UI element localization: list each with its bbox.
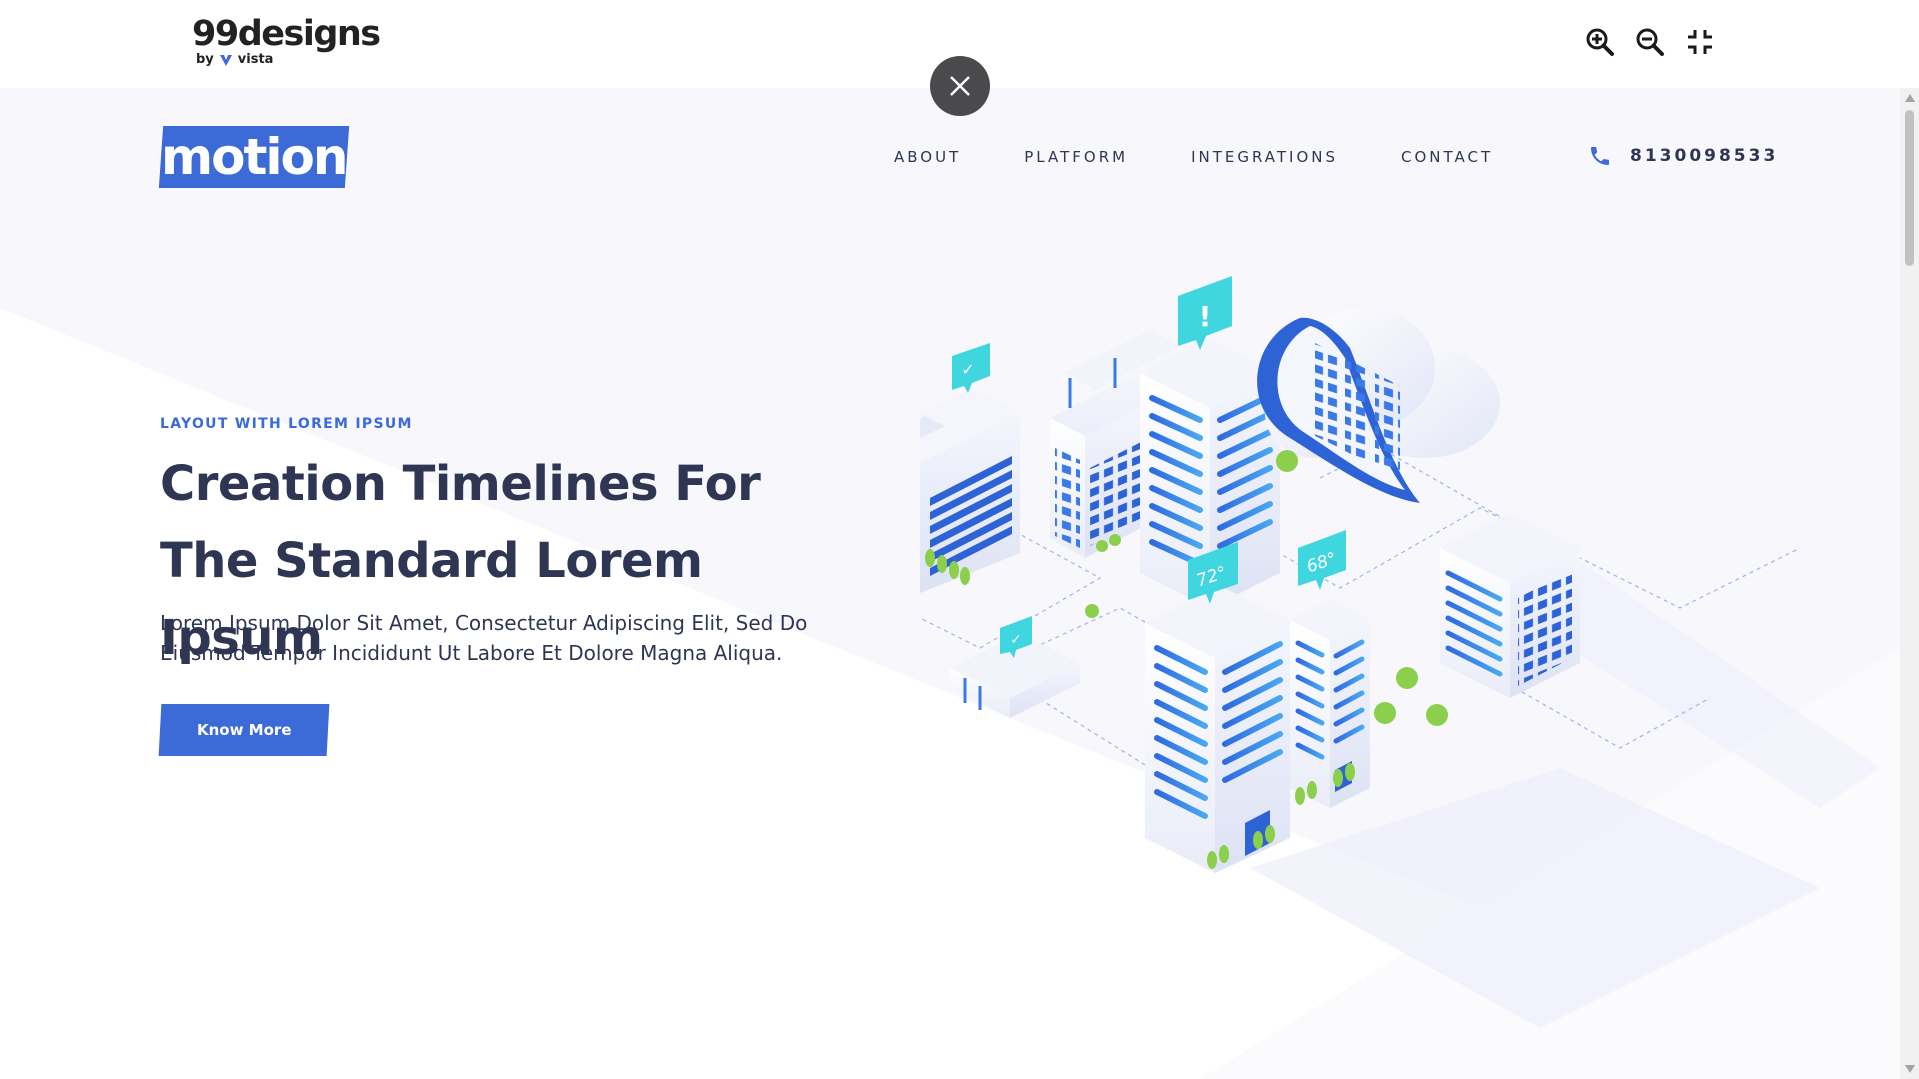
badge-alert-text: !: [1199, 300, 1212, 333]
shadow: [1250, 768, 1820, 1028]
scroll-up-arrow-icon[interactable]: [1905, 94, 1915, 102]
building-a: ✓: [920, 343, 1020, 593]
designs-brand-logo: 99designs by vista: [192, 14, 381, 67]
viewer-tools: [1584, 26, 1716, 58]
phone-number: 8130098533: [1630, 146, 1779, 166]
brand-name: 99designs: [192, 14, 381, 54]
vertical-scrollbar[interactable]: [1900, 88, 1919, 1079]
tower-d: 72°: [1145, 542, 1290, 873]
phone-contact[interactable]: 8130098533: [1588, 144, 1778, 168]
know-more-label: Know More: [196, 721, 292, 739]
hero-eyebrow: LAYOUT WITH LOREM IPSUM: [160, 416, 413, 432]
check-badge: ✓: [952, 343, 990, 393]
isometric-city-illustration: ✓ ! ✓ 72° 68°: [920, 276, 1880, 1028]
nav-integrations[interactable]: INTEGRATIONS: [1191, 148, 1338, 166]
badge-check-text: ✓: [961, 360, 974, 379]
alert-badge: !: [1178, 276, 1232, 350]
cloud-datacenter: [1257, 308, 1500, 503]
tower-e: 68°: [1290, 530, 1370, 808]
scroll-thumb[interactable]: [1905, 110, 1914, 266]
close-button[interactable]: [930, 56, 990, 116]
logo-text: motion: [161, 128, 347, 186]
main-nav: ABOUT PLATFORM INTEGRATIONS CONTACT: [894, 148, 1493, 166]
nav-contact[interactable]: CONTACT: [1401, 148, 1493, 166]
station: ✓: [950, 616, 1080, 718]
nav-platform[interactable]: PLATFORM: [1024, 148, 1128, 166]
zoom-in-button[interactable]: [1584, 26, 1616, 58]
hero-description-line-1: Lorem Ipsum Dolor Sit Amet, Consectetur …: [160, 611, 808, 635]
website-preview: motion ABOUT PLATFORM INTEGRATIONS CONTA…: [0, 88, 1900, 1079]
nav-about[interactable]: ABOUT: [894, 148, 961, 166]
exit-fullscreen-button[interactable]: [1684, 26, 1716, 58]
know-more-button[interactable]: Know More: [158, 704, 330, 756]
close-icon: [950, 76, 970, 96]
scroll-down-arrow-icon[interactable]: [1905, 1065, 1915, 1073]
zoom-in-icon: [1586, 28, 1614, 56]
zoom-out-button[interactable]: [1634, 26, 1666, 58]
brand-partner: vista: [237, 52, 274, 67]
vista-icon: [219, 54, 232, 66]
zoom-out-icon: [1636, 28, 1664, 56]
badge-check-text-2: ✓: [1010, 632, 1022, 648]
phone-icon: [1591, 147, 1609, 165]
hero-title-line-1: Creation Timelines For: [160, 456, 761, 512]
fullscreen-exit-icon: [1688, 30, 1712, 54]
motion-logo[interactable]: motion: [158, 126, 350, 188]
hero-description-line-2: Eiusmod Tempor Incididunt Ut Labore Et D…: [160, 641, 783, 665]
brand-byline: by vista: [196, 52, 380, 67]
building-f: [1440, 513, 1580, 698]
hero-description: Lorem Ipsum Dolor Sit Amet, Consectetur …: [160, 608, 840, 668]
brand-by: by: [196, 52, 214, 67]
temp-badge-68: 68°: [1298, 530, 1346, 590]
